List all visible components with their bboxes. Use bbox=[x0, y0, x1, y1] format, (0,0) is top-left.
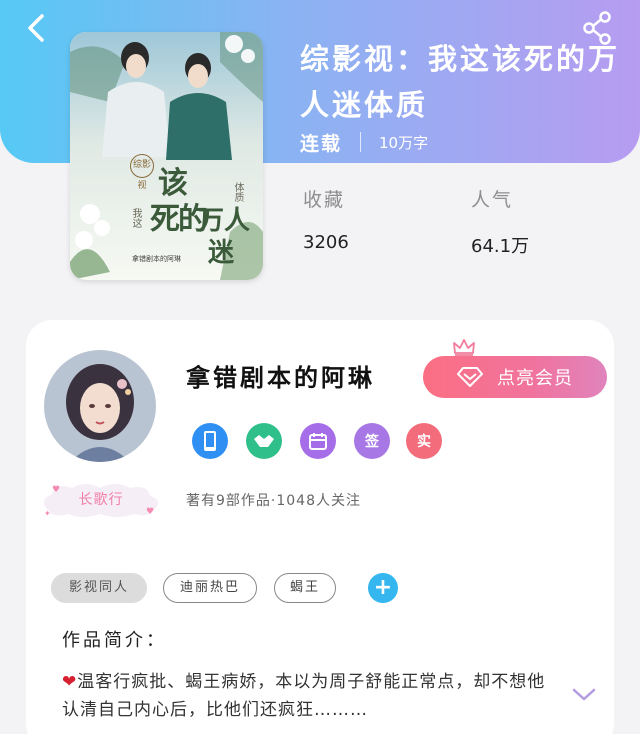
favorites-value: 3206 bbox=[303, 232, 349, 253]
heart-icon: ❤ bbox=[62, 672, 78, 692]
author-rank-badge: ♥ ♥ ✦ 长歌行 bbox=[38, 480, 164, 520]
popularity-value: 64.1万 bbox=[471, 236, 530, 257]
serial-status: 连载 bbox=[300, 132, 343, 155]
sign-badge[interactable]: 签 bbox=[354, 423, 390, 459]
calendar-icon bbox=[309, 433, 327, 450]
cover-title-line4: 迷 bbox=[208, 238, 235, 268]
book-cover-art bbox=[70, 32, 263, 280]
works-info: 著有9部作品·1048人关注 bbox=[186, 493, 361, 509]
membership-label: 点亮会员 bbox=[497, 368, 573, 389]
book-status-row: 连载 10万字 bbox=[300, 128, 428, 156]
add-tag-button[interactable]: + bbox=[368, 573, 398, 603]
popularity-label: 人气 bbox=[471, 189, 514, 211]
author-avatar[interactable] bbox=[44, 350, 156, 462]
cover-author: 拿错剧本的阿琳 bbox=[132, 255, 181, 263]
cover-side-text: 体质 bbox=[232, 182, 243, 202]
favorites-label: 收藏 bbox=[303, 189, 346, 211]
phone-badge[interactable] bbox=[192, 423, 228, 459]
cover-series-badge: 综影视 bbox=[130, 154, 154, 191]
book-title: 综影视：我这该死的万人迷体质 bbox=[300, 42, 621, 122]
tag-dilireba[interactable]: 迪丽热巴 bbox=[163, 573, 257, 603]
phone-icon bbox=[204, 431, 216, 451]
favorites-stat: 收藏 3206 bbox=[303, 185, 349, 253]
book-cover[interactable]: 综影视 该 死的 万人 迷 我这 体质 拿错剧本的阿琳 bbox=[70, 32, 263, 280]
handshake-icon bbox=[254, 435, 274, 447]
calendar-badge[interactable] bbox=[300, 423, 336, 459]
intro-text: ❤温客行疯批、蝎王病娇，本以为周子舒能正常点，却不想他认清自己内心后，比他们还疯… bbox=[62, 668, 552, 724]
intro-body: 温客行疯批、蝎王病娇，本以为周子舒能正常点，却不想他认清自己内心后，比他们还疯狂… bbox=[62, 672, 546, 720]
expand-chevron-icon[interactable] bbox=[570, 684, 598, 704]
diamond-icon bbox=[457, 367, 483, 387]
tag-scorpion-king[interactable]: 蝎王 bbox=[274, 573, 336, 603]
word-count: 10万字 bbox=[379, 133, 429, 152]
avatar-image bbox=[44, 350, 156, 462]
real-badge[interactable]: 实 bbox=[406, 423, 442, 459]
handshake-badge[interactable] bbox=[246, 423, 282, 459]
author-name[interactable]: 拿错剧本的阿琳 bbox=[186, 358, 375, 393]
activate-membership-button[interactable]: 点亮会员 bbox=[423, 356, 607, 398]
status-divider bbox=[360, 132, 362, 152]
intro-title: 作品简介： bbox=[62, 630, 167, 651]
tag-fan-fiction[interactable]: 影视同人 bbox=[51, 573, 147, 603]
popularity-stat: 人气 64.1万 bbox=[471, 185, 529, 258]
back-button[interactable] bbox=[16, 8, 56, 48]
rank-label: 长歌行 bbox=[78, 492, 124, 508]
cover-subtitle: 我这 bbox=[130, 208, 141, 228]
back-arrow-icon bbox=[28, 14, 44, 42]
crown-icon bbox=[453, 339, 475, 356]
